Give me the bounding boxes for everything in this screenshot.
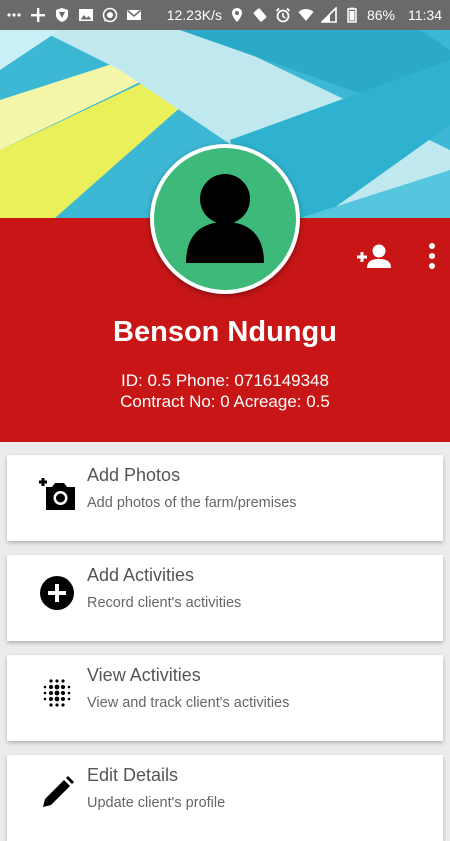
client-id-phone: ID: 0.5 Phone: 0716149348 — [121, 371, 329, 390]
card-subtitle: Add photos of the farm/premises — [87, 495, 297, 511]
network-speed: 12.23K/s — [166, 7, 222, 23]
mail-icon — [126, 7, 142, 23]
card-subtitle: Update client's profile — [87, 795, 226, 811]
add-activities-card[interactable]: Add Activities Record client's activitie… — [7, 555, 443, 641]
wifi-icon — [298, 7, 314, 23]
card-title: Add Photos — [87, 465, 181, 485]
clock: 11:34 — [408, 7, 442, 23]
rotate-icon — [252, 7, 268, 23]
card-title: Edit Details — [87, 765, 179, 785]
status-bar: 12.23K/s 86% 11:34 — [0, 0, 450, 30]
plus-icon — [30, 7, 46, 23]
add-circle-icon — [37, 573, 77, 613]
more-options-button[interactable] — [420, 240, 444, 274]
card-title: View Activities — [87, 665, 201, 685]
whatsapp-icon — [102, 7, 118, 23]
location-icon — [229, 7, 245, 23]
alarm-icon — [275, 7, 291, 23]
signal-icon — [320, 7, 337, 23]
view-activities-card[interactable]: View Activities View and track client's … — [7, 655, 443, 741]
image-icon — [78, 7, 94, 23]
dots-grid-icon — [37, 673, 77, 713]
card-subtitle: Record client's activities — [87, 595, 242, 611]
add-photos-card[interactable]: Add Photos Add photos of the farm/premis… — [7, 455, 443, 541]
add-photo-icon — [37, 473, 77, 513]
card-subtitle: View and track client's activities — [87, 695, 290, 711]
pencil-icon — [37, 773, 77, 813]
card-title: Add Activities — [87, 565, 195, 585]
client-name: Benson Ndungu — [113, 316, 337, 348]
battery-percent: 86% — [366, 7, 395, 23]
battery-icon — [344, 7, 360, 23]
client-contract-acreage: Contract No: 0 Acreage: 0.5 — [120, 392, 330, 411]
edit-details-card[interactable]: Edit Details Update client's profile — [7, 755, 443, 841]
avatar[interactable] — [150, 144, 300, 294]
more-dots-icon — [6, 7, 22, 23]
add-person-button[interactable] — [354, 240, 394, 274]
shield-icon — [54, 7, 70, 23]
